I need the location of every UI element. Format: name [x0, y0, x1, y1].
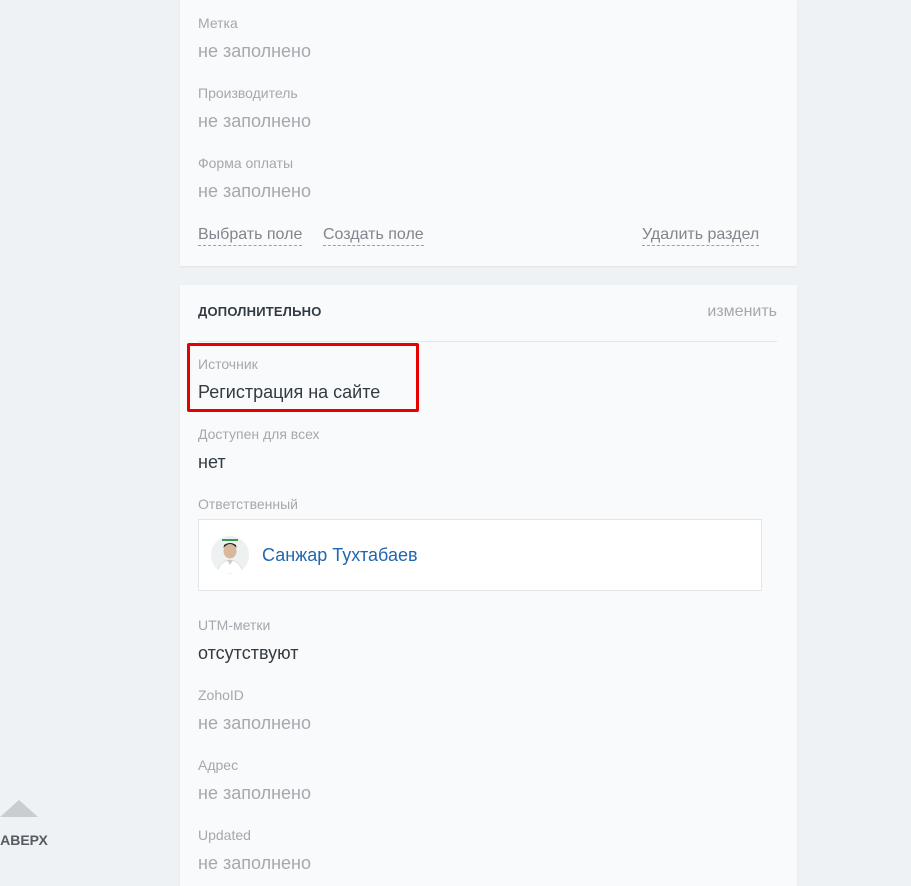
edit-section-link[interactable]: изменить	[707, 303, 777, 321]
create-field-link[interactable]: Создать поле	[323, 225, 424, 246]
field-value: не заполнено	[198, 853, 311, 873]
delete-section-link[interactable]: Удалить раздел	[642, 225, 760, 246]
select-field-link[interactable]: Выбрать поле	[198, 225, 303, 246]
field-label: Ответственный	[198, 496, 298, 512]
page: Метка не заполнено Производитель не запо…	[0, 0, 911, 886]
source-highlight-box	[187, 343, 419, 412]
field-label: Updated	[198, 827, 251, 843]
field-value: не заполнено	[198, 181, 311, 201]
field-label: Доступен для всех	[198, 426, 320, 442]
field-label: Производитель	[198, 85, 298, 101]
section-divider	[198, 341, 777, 342]
field-value: не заполнено	[198, 783, 311, 803]
field-value: не заполнено	[198, 111, 311, 131]
field-value: отсутствуют	[198, 643, 299, 663]
field-utm[interactable]: UTM-метки отсутствуют	[198, 616, 298, 664]
scroll-up-label[interactable]: НАВЕРХ	[0, 832, 48, 848]
field-label: Метка	[198, 15, 238, 31]
responsible-user-name[interactable]: Санжар Тухтабаев	[262, 545, 418, 566]
field-payment-form[interactable]: Форма оплаты не заполнено	[198, 154, 311, 202]
field-zohoid[interactable]: ZohoID не заполнено	[198, 686, 311, 734]
responsible-user-card[interactable]: Санжар Тухтабаев	[198, 519, 762, 591]
field-tag[interactable]: Метка не заполнено	[198, 14, 311, 62]
avatar[interactable]	[211, 536, 249, 574]
field-label: Форма оплаты	[198, 155, 294, 171]
field-manufacturer[interactable]: Производитель не заполнено	[198, 84, 311, 132]
card-main-fields: Метка не заполнено Производитель не запо…	[180, 0, 797, 266]
field-label: Адрес	[198, 757, 239, 773]
field-value: не заполнено	[198, 713, 311, 733]
scroll-up-icon[interactable]	[0, 800, 38, 817]
field-value: не заполнено	[198, 41, 311, 61]
card-additional: ДОПОЛНИТЕЛЬНО изменить Источник Регистра…	[180, 285, 797, 886]
section-title: ДОПОЛНИТЕЛЬНО	[198, 304, 322, 319]
field-label: UTM-метки	[198, 617, 271, 633]
field-responsible-label: Ответственный	[198, 495, 298, 513]
field-label: ZohoID	[198, 687, 244, 703]
field-address[interactable]: Адрес не заполнено	[198, 756, 311, 804]
field-value: нет	[198, 452, 226, 472]
field-updated[interactable]: Updated не заполнено	[198, 826, 311, 874]
field-available-for-all[interactable]: Доступен для всех нет	[198, 425, 320, 473]
